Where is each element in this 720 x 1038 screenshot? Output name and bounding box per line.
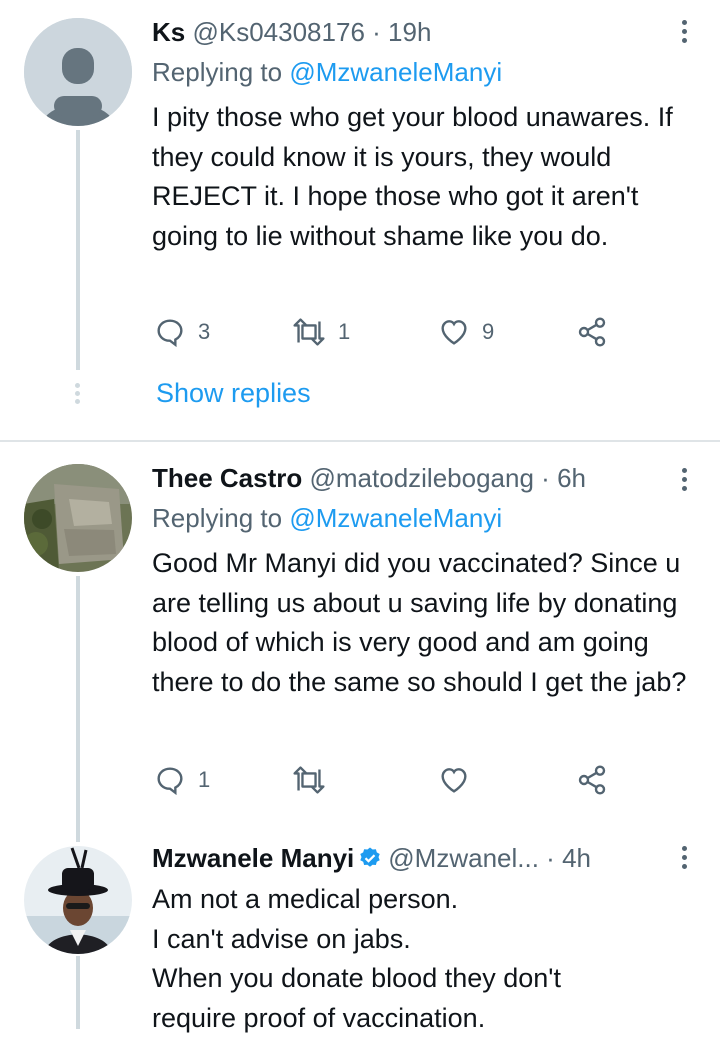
default-avatar-icon bbox=[24, 18, 132, 126]
more-icon[interactable] bbox=[680, 846, 690, 873]
tweet-text-line: require proof of vaccination. bbox=[152, 999, 692, 1038]
retweet-icon bbox=[292, 316, 326, 348]
retweet-button[interactable] bbox=[292, 760, 338, 800]
replying-to-label: Replying to bbox=[152, 57, 282, 87]
tweet-actions: 3 1 9 bbox=[152, 312, 692, 352]
like-count: 9 bbox=[482, 319, 494, 345]
like-button[interactable]: 9 bbox=[438, 312, 494, 352]
share-icon bbox=[576, 316, 608, 348]
separator: · bbox=[541, 463, 550, 493]
replying-to: Replying to @MzwaneleManyi bbox=[152, 56, 502, 88]
replying-to-handle[interactable]: @MzwaneleManyi bbox=[289, 503, 502, 533]
like-icon bbox=[438, 316, 470, 348]
replying-to-label: Replying to bbox=[152, 503, 282, 533]
retweet-count: 1 bbox=[338, 319, 350, 345]
display-name[interactable]: Thee Castro bbox=[152, 463, 302, 493]
reply-button[interactable]: 3 bbox=[154, 312, 210, 352]
tweet-text-line: Am not a medical person. bbox=[152, 880, 692, 920]
share-button[interactable] bbox=[576, 760, 608, 800]
reply-count: 3 bbox=[198, 319, 210, 345]
profile-photo-man-hat bbox=[24, 846, 132, 954]
display-name[interactable]: Mzwanele Manyi bbox=[152, 843, 354, 873]
replying-to-handle[interactable]: @MzwaneleManyi bbox=[289, 57, 502, 87]
share-icon bbox=[576, 764, 608, 796]
tweet-header: Ks @Ks04308176 · 19h bbox=[152, 16, 660, 48]
tweet-actions: 1 bbox=[152, 760, 692, 800]
tweet-thee-castro[interactable]: Thee Castro @matodzilebogang · 6h Replyi… bbox=[0, 442, 720, 822]
avatar-thee-castro[interactable] bbox=[24, 464, 132, 572]
reply-button[interactable]: 1 bbox=[154, 760, 210, 800]
retweet-button[interactable]: 1 bbox=[292, 312, 350, 352]
verified-badge-icon bbox=[358, 846, 382, 870]
profile-photo-rocks bbox=[24, 464, 132, 572]
user-handle[interactable]: @matodzilebogang bbox=[310, 463, 534, 493]
tweet-text: Am not a medical person. I can't advise … bbox=[152, 880, 692, 1038]
tweet-text: I pity those who get your blood unawares… bbox=[152, 98, 692, 256]
tweet-mzwanele-manyi[interactable]: Mzwanele Manyi @Mzwanel... · 4h Am not a … bbox=[0, 822, 720, 1029]
like-button[interactable] bbox=[438, 760, 482, 800]
tweet-header: Mzwanele Manyi @Mzwanel... · 4h bbox=[152, 842, 660, 874]
tweet-header: Thee Castro @matodzilebogang · 6h bbox=[152, 462, 660, 494]
avatar-mzwanele-manyi[interactable] bbox=[24, 846, 132, 954]
like-icon bbox=[438, 764, 470, 796]
thread-line bbox=[76, 130, 80, 370]
reply-icon bbox=[154, 316, 186, 348]
timestamp[interactable]: 4h bbox=[562, 843, 591, 873]
thread-line bbox=[76, 956, 80, 1029]
share-button[interactable] bbox=[576, 312, 608, 352]
reply-icon bbox=[154, 764, 186, 796]
timestamp[interactable]: 6h bbox=[557, 463, 586, 493]
tweet-ks[interactable]: Ks @Ks04308176 · 19h Replying to @Mzwane… bbox=[0, 0, 720, 440]
retweet-icon bbox=[292, 764, 326, 796]
more-icon[interactable] bbox=[680, 468, 690, 495]
user-handle[interactable]: @Ks04308176 bbox=[192, 17, 364, 47]
more-icon[interactable] bbox=[680, 20, 690, 47]
thread-line-top bbox=[76, 818, 80, 842]
display-name[interactable]: Ks bbox=[152, 17, 185, 47]
tweet-text-line: I can't advise on jabs. bbox=[152, 920, 692, 960]
show-replies-link[interactable]: Show replies bbox=[156, 378, 311, 409]
avatar-ks[interactable] bbox=[24, 18, 132, 126]
thread-more-dots bbox=[75, 383, 81, 407]
timestamp[interactable]: 19h bbox=[388, 17, 431, 47]
separator: · bbox=[372, 17, 381, 47]
thread-line bbox=[76, 576, 80, 842]
user-handle[interactable]: @Mzwanel... bbox=[388, 843, 539, 873]
tweet-text: Good Mr Manyi did you vaccinated? Since … bbox=[152, 544, 692, 702]
tweet-text-line: When you donate blood they don't bbox=[152, 959, 692, 999]
replying-to: Replying to @MzwaneleManyi bbox=[152, 502, 502, 534]
reply-count: 1 bbox=[198, 767, 210, 793]
separator: · bbox=[546, 843, 555, 873]
